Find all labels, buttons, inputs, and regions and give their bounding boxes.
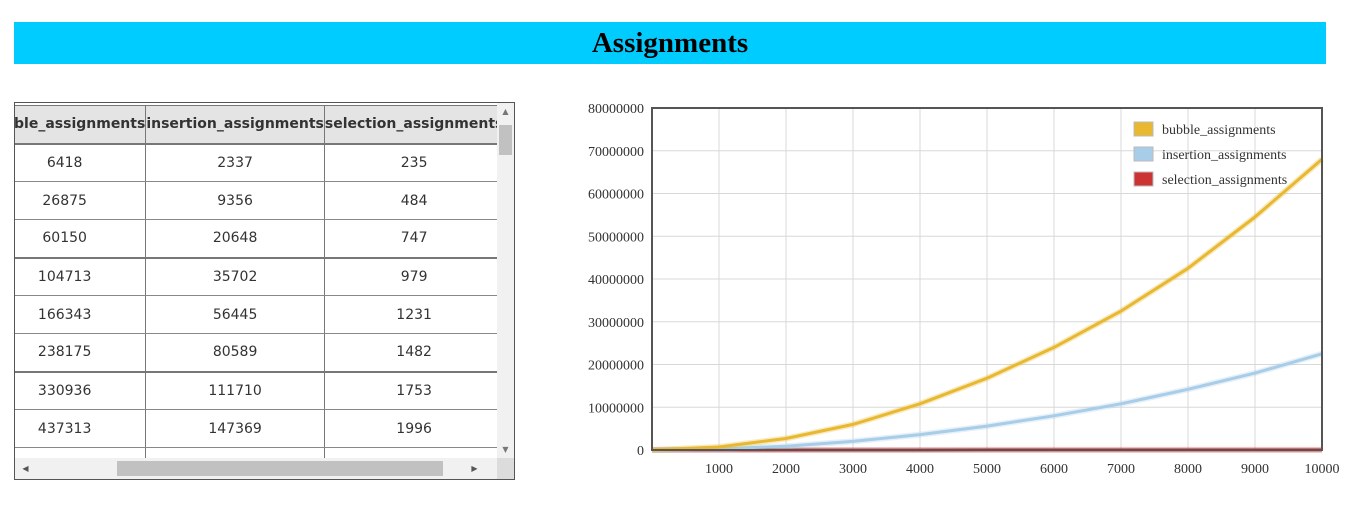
legend-swatch <box>1133 146 1154 162</box>
cell-bubble: 330936 <box>15 371 147 410</box>
cell-bubble <box>15 447 147 458</box>
cell-bubble: 26875 <box>15 181 147 220</box>
cell-insertion: 147369 <box>145 409 325 448</box>
table-row: 6418 2337 235 <box>15 143 497 182</box>
table-row: 104713 35702 979 <box>15 257 497 296</box>
table-row: 330936 111710 1753 <box>15 371 497 410</box>
cell-insertion: 80589 <box>145 333 325 373</box>
x-tick-label: 5000 <box>973 462 1001 477</box>
table-row: 437313 147369 1996 <box>15 409 497 448</box>
cell-bubble: 104713 <box>15 257 147 296</box>
cell-bubble: 166343 <box>15 295 147 334</box>
y-tick-label: 30000000 <box>588 316 644 331</box>
data-table: bubble_assignments insertion_assignments… <box>15 105 497 458</box>
vertical-scrollbar[interactable]: ▲ ▼ <box>497 103 514 458</box>
page-title: Assignments <box>591 27 749 59</box>
cell-selection: 747 <box>323 219 497 259</box>
legend-swatch <box>1133 171 1154 187</box>
cell-insertion <box>145 447 325 458</box>
legend-label: insertion_assignments <box>1162 148 1286 163</box>
table-row: 26875 9356 484 <box>15 181 497 220</box>
x-tick-label: 7000 <box>1107 462 1135 477</box>
scroll-up-arrow-icon[interactable]: ▲ <box>497 103 514 120</box>
line-chart: 0 10000000 20000000 30000000 40000000 5000000… <box>588 102 1340 477</box>
cell-selection: 235 <box>323 143 497 182</box>
x-tick-label: 9000 <box>1241 462 1269 477</box>
scroll-left-arrow-icon[interactable]: ◀ <box>17 458 34 479</box>
cell-selection: 1482 <box>323 333 497 373</box>
scroll-right-arrow-icon[interactable]: ▶ <box>466 458 483 479</box>
legend-label: bubble_assignments <box>1162 123 1276 138</box>
cell-bubble: 6418 <box>15 143 147 182</box>
table-panel[interactable]: bubble_assignments insertion_assignments… <box>14 102 515 480</box>
y-tick-label: 50000000 <box>588 230 644 245</box>
cell-selection: 979 <box>323 257 497 296</box>
cell-selection <box>323 447 497 458</box>
table-viewport: bubble_assignments insertion_assignments… <box>15 103 497 458</box>
table-row: 166343 56445 1231 <box>15 295 497 334</box>
column-header-selection[interactable]: selection_assignments <box>323 105 497 145</box>
cell-selection: 1231 <box>323 295 497 334</box>
cell-selection: 484 <box>323 181 497 220</box>
x-tick-label: 6000 <box>1040 462 1068 477</box>
x-tick-label: 2000 <box>772 462 800 477</box>
chart-legend: bubble_assignments insertion_assignmentss… <box>1133 121 1287 188</box>
x-tick-label: 1000 <box>705 462 733 477</box>
table-row: 238175 80589 1482 <box>15 333 497 373</box>
y-tick-label: 40000000 <box>588 273 644 288</box>
y-tick-label: 60000000 <box>588 188 644 203</box>
horizontal-scrollbar[interactable]: ◀ ▶ <box>15 458 497 479</box>
scroll-corner <box>497 458 514 479</box>
cell-selection: 1996 <box>323 409 497 448</box>
cell-insertion: 2337 <box>145 143 325 182</box>
cell-bubble: 437313 <box>15 409 147 448</box>
cell-bubble: 60150 <box>15 219 147 259</box>
cell-bubble: 238175 <box>15 333 147 373</box>
cell-selection: 1753 <box>323 371 497 410</box>
x-tick-label: 8000 <box>1174 462 1202 477</box>
cell-insertion: 9356 <box>145 181 325 220</box>
table-body: 6418 2337 235 26875 9356 484 60150 20648 747 1047… <box>15 143 497 458</box>
table-row <box>15 447 497 458</box>
y-tick-label: 0 <box>637 444 644 459</box>
x-tick-label: 4000 <box>906 462 934 477</box>
x-tick-label: 3000 <box>839 462 867 477</box>
cell-insertion: 20648 <box>145 219 325 259</box>
cell-insertion: 35702 <box>145 257 325 296</box>
vertical-scroll-thumb[interactable] <box>499 125 512 155</box>
cell-insertion: 56445 <box>145 295 325 334</box>
y-tick-label: 80000000 <box>588 102 644 117</box>
table-header-row: bubble_assignments insertion_assignments… <box>15 105 497 145</box>
scroll-down-arrow-icon[interactable]: ▼ <box>497 441 514 458</box>
legend-swatch <box>1133 121 1154 137</box>
column-header-bubble[interactable]: bubble_assignments <box>15 105 147 145</box>
table-row: 60150 20648 747 <box>15 219 497 259</box>
y-tick-label: 20000000 <box>588 359 644 374</box>
horizontal-scroll-thumb[interactable] <box>117 461 443 476</box>
cell-insertion: 111710 <box>145 371 325 410</box>
column-header-insertion[interactable]: insertion_assignments <box>145 105 325 145</box>
y-tick-label: 70000000 <box>588 145 644 160</box>
legend-label: selection_assignments <box>1162 173 1287 188</box>
y-tick-label: 10000000 <box>588 401 644 416</box>
x-tick-label: 10000 <box>1305 462 1340 477</box>
title-bar: Assignments <box>14 22 1326 64</box>
